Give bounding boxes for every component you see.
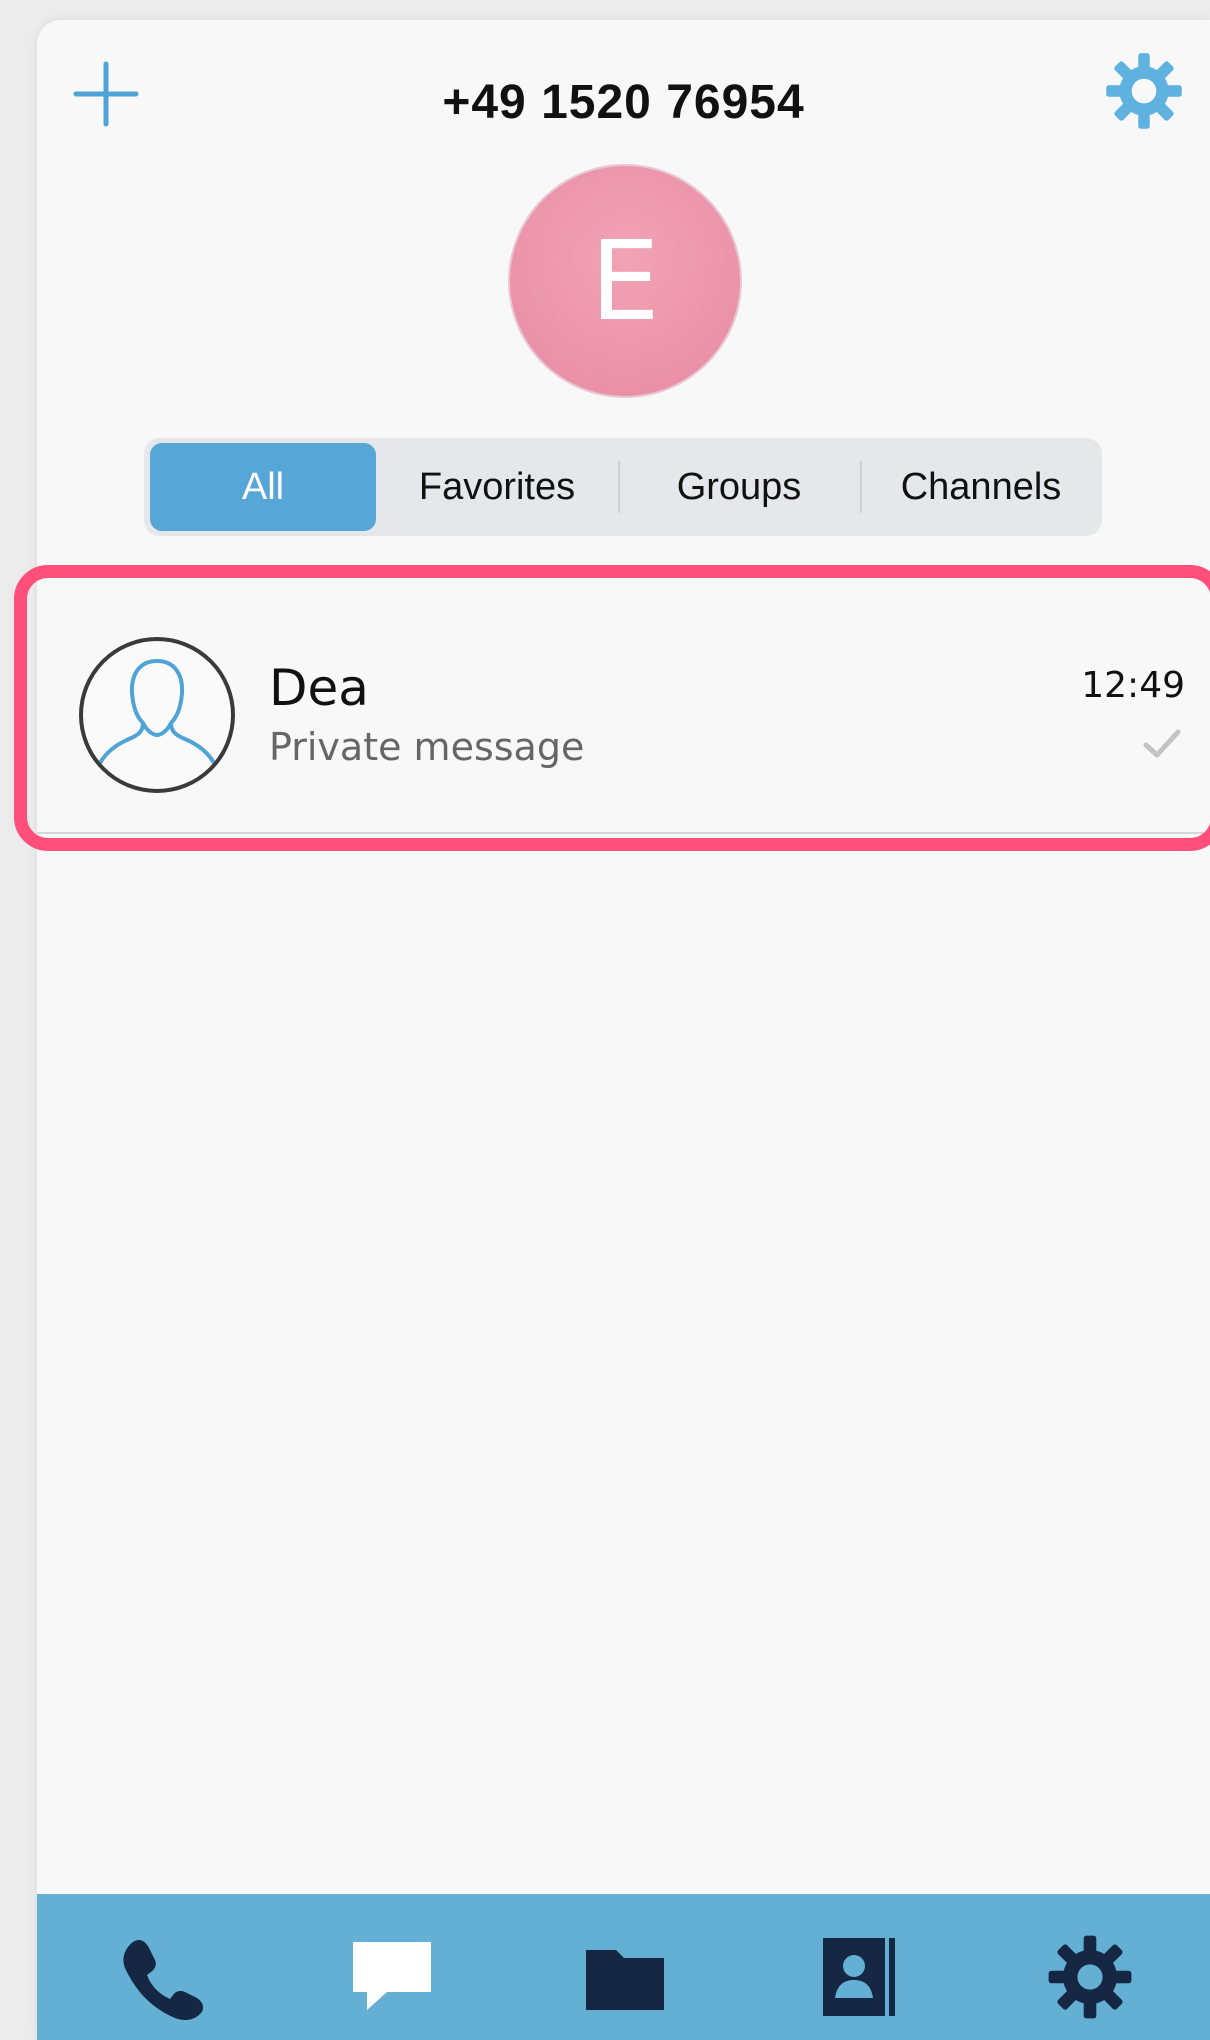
tab-all[interactable]: All [150, 443, 376, 531]
tab-favorites-label: Favorites [418, 465, 576, 508]
contacts-icon[interactable] [813, 1932, 903, 2022]
checkmark-icon [1143, 729, 1181, 758]
tab-groups-label: Groups [676, 465, 802, 508]
chat-bubble-icon[interactable] [347, 1932, 437, 2022]
profile-avatar[interactable]: E [510, 166, 740, 396]
tab-groups[interactable]: Groups [618, 443, 860, 531]
person-silhouette-icon [79, 637, 235, 793]
folder-icon[interactable] [580, 1932, 670, 2022]
avatar-letter: E [590, 217, 660, 345]
tab-channels-label: Channels [900, 465, 1062, 508]
tab-all-label: All [241, 465, 285, 508]
phone-icon[interactable] [115, 1932, 205, 2022]
tab-favorites[interactable]: Favorites [376, 443, 618, 531]
gear-icon[interactable] [1103, 50, 1185, 132]
filter-tabs: All Favorites Groups Channels [144, 438, 1102, 536]
app-screen: +49 1520 76954 E All Favorites Groups Ch… [37, 20, 1210, 2040]
chat-name: Dea [269, 659, 369, 717]
list-item[interactable]: Dea Private message 12:49 [37, 587, 1210, 834]
chat-timestamp: 12:49 [1081, 665, 1185, 706]
settings-gear-icon[interactable] [1045, 1932, 1135, 2022]
chat-preview: Private message [269, 725, 585, 769]
bottom-tab-bar [37, 1894, 1210, 2040]
tab-channels[interactable]: Channels [860, 443, 1102, 531]
page-title: +49 1520 76954 [442, 76, 805, 129]
